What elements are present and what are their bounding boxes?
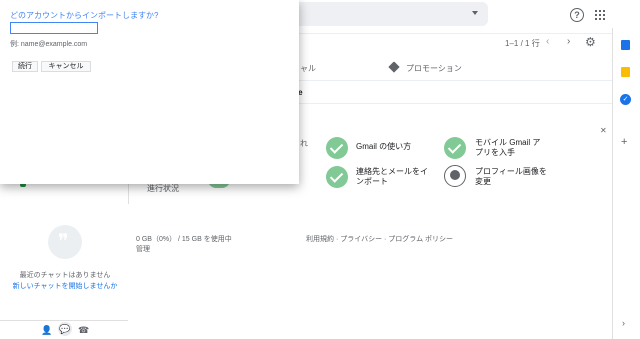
calendar-icon[interactable]: [621, 40, 630, 50]
import-dialog: どのアカウントからインポートしますか? 例: name@example.com …: [0, 0, 299, 184]
chat-icon[interactable]: 💬: [58, 322, 72, 336]
manage-storage-link[interactable]: 管理: [136, 244, 150, 254]
side-panel-divider: [612, 28, 613, 339]
check-icon: [444, 137, 466, 159]
account-email-input[interactable]: [10, 22, 98, 34]
setup-progress-label: 進行状況: [147, 184, 179, 193]
search-options-icon[interactable]: [472, 11, 478, 15]
no-chats-text: 最近のチャットはありません: [19, 272, 111, 279]
help-icon[interactable]: ?: [570, 8, 584, 22]
tab-social[interactable]: ャル: [300, 63, 316, 74]
check-icon: [326, 166, 348, 188]
footer-links[interactable]: 利用規約 · プライバシー · プログラム ポリシー: [306, 234, 453, 244]
apps-icon[interactable]: [595, 10, 605, 20]
add-icon[interactable]: +: [621, 136, 627, 148]
divider: [0, 320, 128, 321]
setup-intro-fragment: れ: [300, 139, 308, 148]
email-example-hint: 例: name@example.com: [10, 41, 88, 48]
chevron-right-icon[interactable]: ›: [622, 318, 625, 328]
divider: [286, 33, 612, 34]
setup-item-profile-photo[interactable]: プロフィール画像を変更: [475, 167, 547, 187]
pager-count: 1–1 / 1 行: [505, 39, 540, 48]
start-chat-link[interactable]: 新しいチャットを開始しませんか: [0, 281, 130, 291]
settings-icon[interactable]: ⚙: [585, 35, 596, 49]
continue-button[interactable]: 続行: [12, 61, 38, 72]
storage-usage: 0 GB（0%） / 15 GB を使用中: [136, 236, 232, 243]
check-icon: [326, 137, 348, 159]
close-icon[interactable]: ✕: [600, 126, 607, 135]
search-bar[interactable]: [286, 2, 488, 26]
dialog-title: どのアカウントからインポートしますか?: [10, 11, 159, 20]
cancel-button[interactable]: キャンセル: [41, 61, 91, 72]
setup-item-gmail-usage[interactable]: Gmail の使い方: [356, 142, 436, 152]
profile-icon: [444, 165, 466, 187]
setup-item-mobile-app[interactable]: モバイル Gmail アプリを入手: [475, 138, 547, 158]
hangouts-icon: [48, 225, 82, 259]
label-icon: [388, 61, 400, 73]
tab-promotions[interactable]: プロモーション: [406, 63, 462, 74]
divider: [286, 103, 612, 104]
keep-icon[interactable]: [621, 67, 630, 77]
setup-item-import[interactable]: 連絡先とメールをインポート: [356, 167, 431, 187]
chevron-right-icon[interactable]: ›: [567, 36, 570, 47]
phone-icon[interactable]: ☎: [78, 325, 89, 336]
chevron-left-icon[interactable]: ‹: [546, 36, 549, 47]
tasks-icon[interactable]: ✓: [620, 94, 631, 105]
divider: [128, 184, 129, 204]
divider: [286, 80, 612, 81]
person-icon[interactable]: 👤: [41, 325, 52, 336]
